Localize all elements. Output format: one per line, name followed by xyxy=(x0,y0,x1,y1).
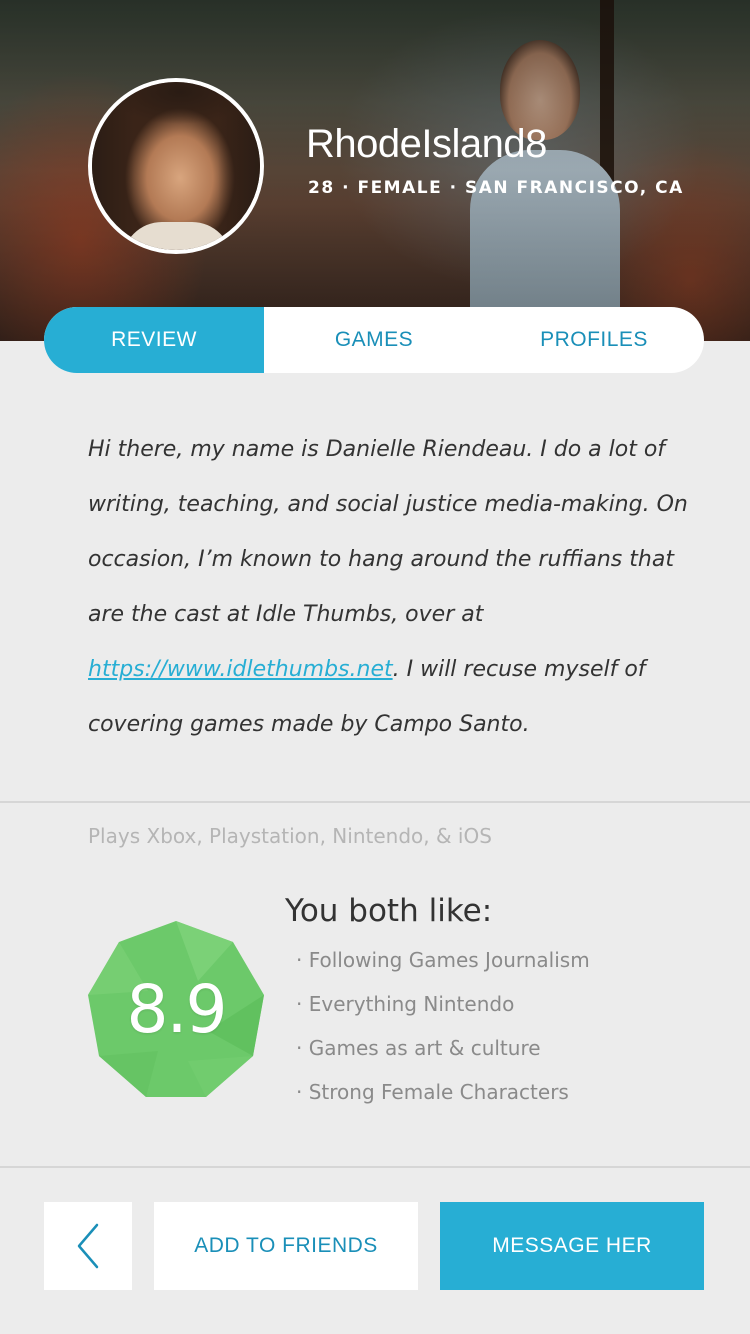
bio-text: Hi there, my name is Danielle Riendeau. … xyxy=(88,422,688,752)
list-item: · Games as art & culture xyxy=(296,1036,541,1060)
divider xyxy=(0,1166,750,1168)
divider xyxy=(0,801,750,803)
likes-title: You both like: xyxy=(285,893,493,929)
list-item: · Following Games Journalism xyxy=(296,948,590,972)
shared-likes-list: · Following Games Journalism · Everythin… xyxy=(296,944,590,1120)
bio-link[interactable]: https://www.idlethumbs.net xyxy=(88,657,393,682)
tab-bar: REVIEW GAMES PROFILES xyxy=(44,307,704,373)
tab-review[interactable]: REVIEW xyxy=(44,307,264,373)
tab-profiles[interactable]: PROFILES xyxy=(484,307,704,373)
message-button[interactable]: MESSAGE HER xyxy=(440,1202,704,1290)
list-item: · Everything Nintendo xyxy=(296,992,515,1016)
platforms-text: Plays Xbox, Playstation, Nintendo, & iOS xyxy=(88,824,492,848)
chevron-left-icon xyxy=(77,1223,99,1269)
tab-games[interactable]: GAMES xyxy=(264,307,484,373)
match-score-badge: 8.9 xyxy=(88,921,264,1097)
list-item: · Strong Female Characters xyxy=(296,1080,569,1104)
match-score: 8.9 xyxy=(126,970,228,1048)
username: RhodeIsland8 xyxy=(306,122,547,166)
profile-meta: 28 · FEMALE · SAN FRANCISCO, CA xyxy=(308,178,684,198)
add-to-friends-button[interactable]: ADD TO FRIENDS xyxy=(154,1202,418,1290)
back-button[interactable] xyxy=(44,1202,132,1290)
avatar[interactable] xyxy=(88,78,264,254)
bio-text-start: Hi there, my name is Danielle Riendeau. … xyxy=(88,437,688,627)
